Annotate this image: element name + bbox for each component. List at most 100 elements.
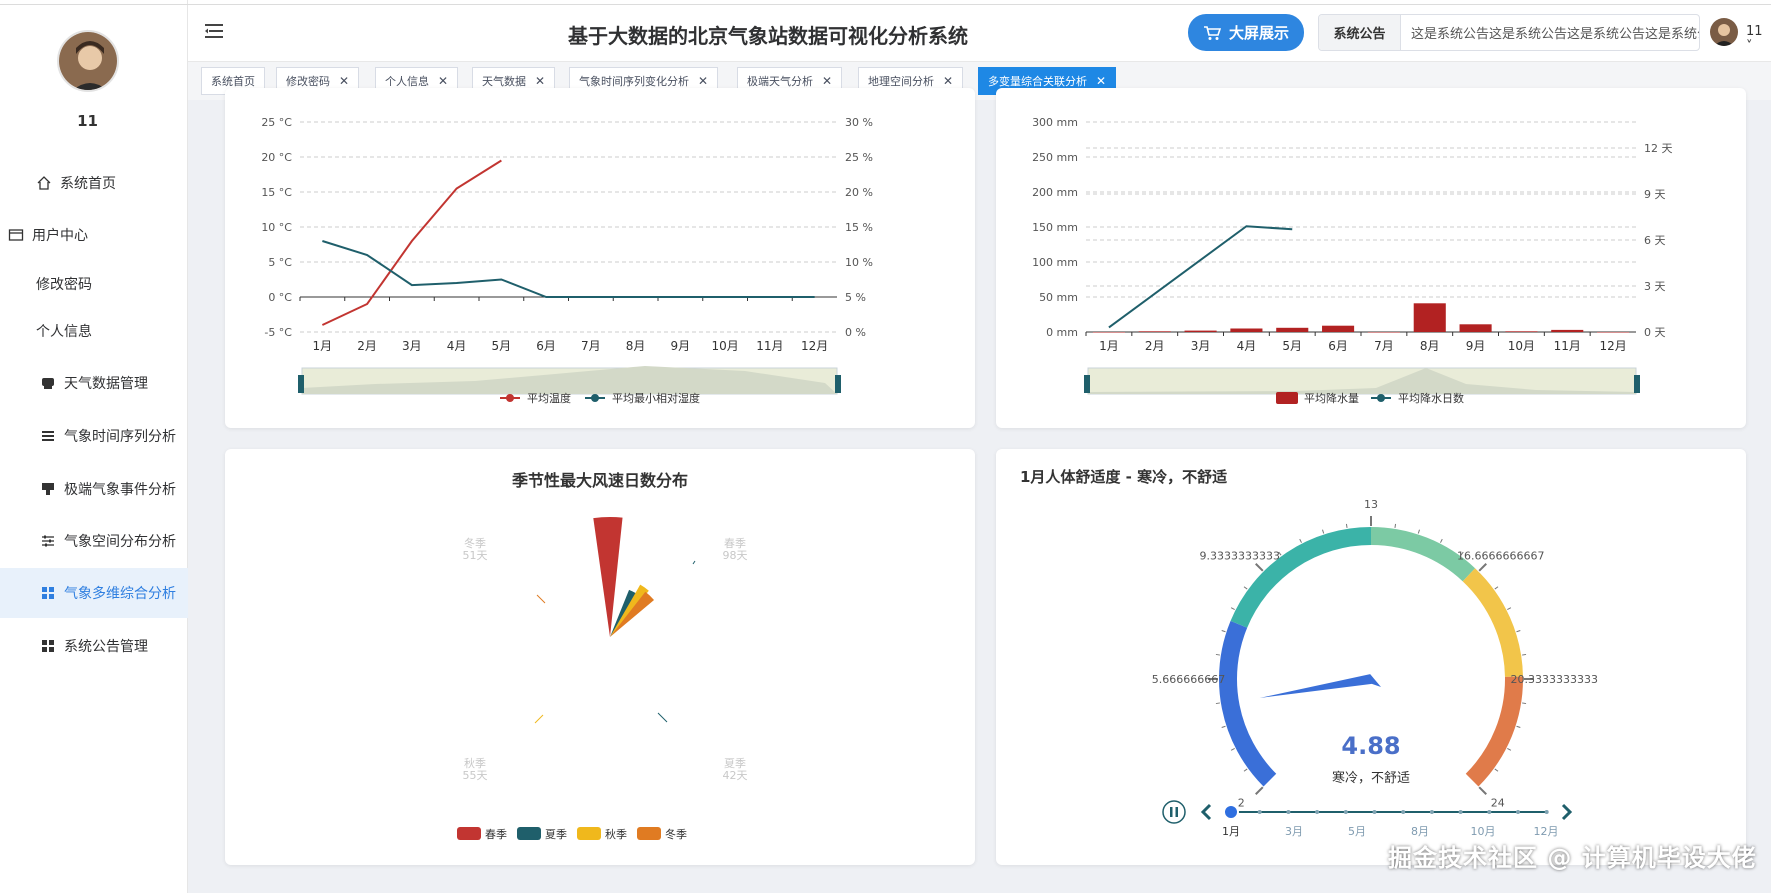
sidebar-item-profile[interactable]: 个人信息: [0, 306, 188, 356]
x-tick-label: 9月: [1466, 339, 1486, 353]
close-icon[interactable]: ✕: [339, 74, 349, 88]
tab-label: 极端天气分析: [747, 75, 813, 88]
rose-label-days: 51天: [463, 549, 488, 562]
menu-toggle-icon[interactable]: [205, 22, 227, 40]
timeline-label: 12月: [1534, 825, 1559, 838]
y-tick-label-left: 150 mm: [1032, 221, 1078, 234]
wind-rose-chart: 季节性最大风速日数分布冬季51天春季98天秋季55天夏季42天春季 夏季 秋季 冬季: [457, 471, 748, 841]
rose-label-days: 42天: [723, 769, 748, 782]
legend-label: 平均降水日数: [1398, 391, 1464, 405]
series-line: [322, 240, 815, 298]
gauge-tick-label: 2: [1238, 797, 1245, 810]
datazoom-handle-left: [1084, 375, 1090, 393]
gauge-status: 寒冷，不舒适: [1332, 770, 1410, 786]
gauge-tick: [1507, 748, 1512, 751]
gauge-tick: [1243, 768, 1248, 772]
avatar[interactable]: [57, 30, 119, 92]
gauge-band: [1462, 568, 1523, 678]
legend-label: 春季: [485, 828, 507, 841]
x-tick-label: 6月: [1328, 339, 1348, 353]
x-tick-label: 2月: [1145, 339, 1165, 353]
prev-icon: [1200, 803, 1212, 821]
sidebar-item-multivariate[interactable]: 气象多维综合分析: [0, 568, 188, 618]
close-icon[interactable]: ✕: [943, 74, 953, 88]
timeline-dot: [1343, 810, 1348, 814]
x-tick-label: 5月: [492, 339, 512, 353]
timeline-dot: [1257, 810, 1262, 814]
y-tick-label-right: 6 天: [1644, 234, 1666, 247]
precip-bar: [1322, 325, 1355, 332]
temp-humidity-card: 25 °C 20 °C 15 °C 10 °C 5 °C 0 °C -5 °C 30 % 25 …: [225, 88, 975, 428]
gauge-tick: [1215, 653, 1220, 656]
y-tick-label-left: 250 mm: [1032, 151, 1078, 164]
close-icon[interactable]: ✕: [698, 74, 708, 88]
timeline-current: [1223, 804, 1239, 820]
sidebar-item-home[interactable]: 系统首页: [0, 158, 188, 208]
y-tick-label-left: 10 °C: [261, 221, 292, 234]
sidebar-item-user-center[interactable]: 用户中心: [0, 210, 188, 260]
legend-label: 夏季: [545, 828, 567, 841]
gauge-tick: [1230, 607, 1235, 610]
home-icon: [37, 176, 51, 190]
y-tick-label-left: -5 °C: [264, 326, 292, 339]
timeline-dot: [1372, 810, 1377, 814]
user-menu[interactable]: 11 ˅: [1746, 24, 1771, 54]
notice-marquee[interactable]: 系统公告 这是系统公告这是系统公告这是系统公告这是系统公告: [1318, 14, 1700, 51]
precip-bar: [1505, 331, 1538, 332]
sidebar-item-label: 个人信息: [36, 324, 92, 340]
legend-label: 平均降水量: [1304, 391, 1359, 405]
y-tick-label-left: 200 mm: [1032, 186, 1078, 199]
timeline-dot: [1487, 810, 1492, 814]
close-icon[interactable]: ✕: [1096, 74, 1106, 88]
sidebar-item-extreme-events[interactable]: 极端气象事件分析: [0, 464, 188, 514]
legend-marker: [1276, 392, 1298, 404]
datazoom-handle-right: [1634, 375, 1640, 393]
pause-icon-bar: [1170, 807, 1173, 817]
user-avatar[interactable]: [1710, 18, 1738, 46]
timeline-dot: [1286, 810, 1291, 814]
rose-label-season: 秋季: [464, 756, 486, 770]
timeline-dot: [1401, 810, 1406, 814]
id-card-icon: [8, 229, 24, 241]
precip-bar: [1184, 330, 1217, 332]
x-tick-label: 5月: [1282, 339, 1302, 353]
gauge-tick-label: 20.3333333333: [1511, 673, 1598, 686]
sidebar-item-spatial[interactable]: 气象空间分布分析: [0, 516, 188, 566]
gauge-tick: [1243, 586, 1248, 590]
x-tick-label: 9月: [671, 339, 691, 353]
gauge-tick: [1322, 529, 1325, 534]
grid-icon: [42, 587, 54, 599]
close-icon[interactable]: ✕: [438, 74, 448, 88]
timeline-dot: [1516, 810, 1520, 814]
precip-bar: [1367, 332, 1400, 333]
chart-title: 1月人体舒适度 - 寒冷，不舒适: [1020, 468, 1227, 486]
precip-bar: [1092, 332, 1125, 333]
wind-rose-card: 季节性最大风速日数分布 冬季 51天 春季 98天 秋季 55天 夏季 42天 春季 夏季 秋季 冬季: [225, 449, 975, 865]
close-icon[interactable]: ✕: [822, 74, 832, 88]
precip-bar: [1597, 332, 1630, 333]
legend-marker: [506, 394, 514, 402]
legend-marker: [517, 827, 541, 840]
y-tick-label-left: 0 °C: [268, 291, 292, 304]
sidebar-item-time-series[interactable]: 气象时间序列分析: [0, 411, 188, 461]
gauge-tick-label: 16.6666666667: [1457, 549, 1544, 562]
close-icon[interactable]: ✕: [535, 74, 545, 88]
gauge-tick: [1394, 523, 1397, 528]
gauge-band: [1370, 527, 1476, 582]
brush-icon: [42, 483, 54, 495]
x-tick-label: 3月: [1191, 339, 1211, 353]
x-tick-label: 2月: [357, 339, 377, 353]
sidebar-item-change-password[interactable]: 修改密码: [0, 259, 188, 309]
list-icon: [42, 431, 54, 441]
legend-marker: [591, 394, 599, 402]
sidebar-item-announcements[interactable]: 系统公告管理: [0, 621, 188, 671]
gauge-tick: [1345, 523, 1348, 528]
precip-bar: [1459, 324, 1492, 332]
y-tick-label-left: 5 °C: [268, 256, 292, 269]
gauge-tick-label: 24: [1491, 797, 1505, 810]
gauge-tick: [1221, 725, 1226, 728]
x-tick-label: 10月: [1508, 339, 1535, 353]
bigscreen-button[interactable]: 大屏展示: [1188, 14, 1304, 51]
gauge-tick: [1494, 586, 1499, 590]
sidebar-item-weather-data[interactable]: 天气数据管理: [0, 358, 188, 408]
